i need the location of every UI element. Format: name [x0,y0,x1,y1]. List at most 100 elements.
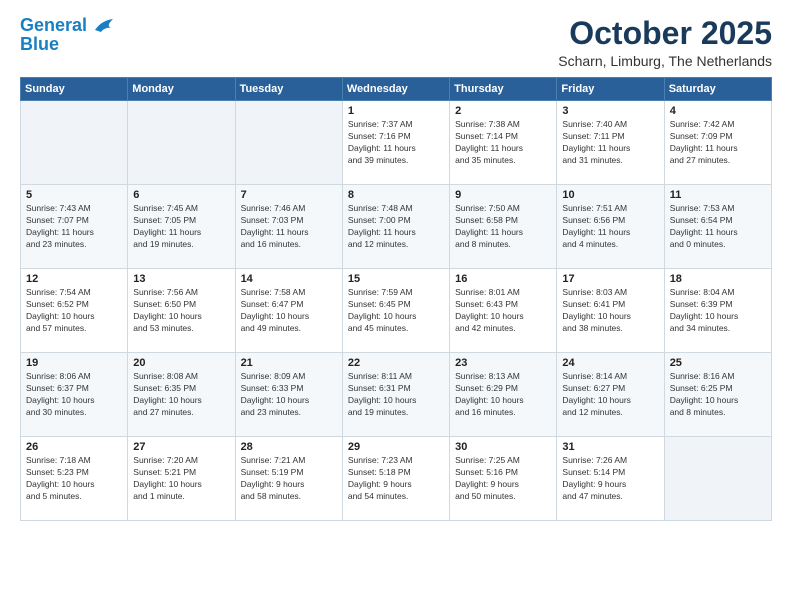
day-number: 24 [562,357,658,369]
header-tuesday: Tuesday [235,78,342,101]
calendar-cell: 26 Sunrise: 7:18 AM Sunset: 5:23 PM Dayli… [21,437,128,521]
day-number: 3 [562,105,658,117]
day-info: Sunrise: 7:43 AM Sunset: 7:07 PM Dayligh… [26,203,122,251]
day-info: Sunrise: 7:42 AM Sunset: 7:09 PM Dayligh… [670,119,766,167]
calendar-cell [128,101,235,185]
calendar-cell: 14Sunrise: 7:58 AM Sunset: 6:47 PM Dayli… [235,269,342,353]
week-row-1: 5 Sunrise: 7:43 AM Sunset: 7:07 PM Daylig… [21,185,772,269]
location-subtitle: Scharn, Limburg, The Netherlands [558,53,772,69]
calendar-cell: 18 Sunrise: 8:04 AM Sunset: 6:39 PM Dayli… [664,269,771,353]
calendar-cell: 6 Sunrise: 7:45 AM Sunset: 7:05 PM Daylig… [128,185,235,269]
day-info: Sunrise: 7:40 AM Sunset: 7:11 PM Dayligh… [562,119,658,167]
day-info: Sunrise: 7:53 AM Sunset: 6:54 PM Dayligh… [670,203,766,251]
day-number: 20 [133,357,229,369]
header-monday: Monday [128,78,235,101]
calendar-header-row: SundayMondayTuesdayWednesdayThursdayFrid… [21,78,772,101]
day-number: 16 [455,273,551,285]
week-row-3: 19Sunrise: 8:06 AM Sunset: 6:37 PM Dayli… [21,353,772,437]
calendar-cell: 24 Sunrise: 8:14 AM Sunset: 6:27 PM Dayli… [557,353,664,437]
day-info: Sunrise: 8:01 AM Sunset: 6:43 PM Dayligh… [455,287,551,335]
day-info: Sunrise: 7:59 AM Sunset: 6:45 PM Dayligh… [348,287,444,335]
day-info: Sunrise: 7:54 AM Sunset: 6:52 PM Dayligh… [26,287,122,335]
day-number: 1 [348,105,444,117]
day-number: 17 [562,273,658,285]
month-title: October 2025 [558,16,772,51]
calendar-cell: 30 Sunrise: 7:25 AM Sunset: 5:16 PM Dayli… [450,437,557,521]
calendar-cell: 12 Sunrise: 7:54 AM Sunset: 6:52 PM Dayli… [21,269,128,353]
day-number: 4 [670,105,766,117]
day-number: 9 [455,189,551,201]
calendar-header: General Blue October 2025 Scharn, Limbur… [20,16,772,69]
day-number: 6 [133,189,229,201]
calendar-cell: 10 Sunrise: 7:51 AM Sunset: 6:56 PM Dayli… [557,185,664,269]
day-number: 15 [348,273,444,285]
day-number: 31 [562,441,658,453]
day-number: 12 [26,273,122,285]
logo-bird-icon [93,18,115,34]
day-number: 11 [670,189,766,201]
calendar-container: General Blue October 2025 Scharn, Limbur… [0,0,792,531]
week-row-2: 12 Sunrise: 7:54 AM Sunset: 6:52 PM Dayli… [21,269,772,353]
calendar-cell: 13 Sunrise: 7:56 AM Sunset: 6:50 PM Dayli… [128,269,235,353]
logo-text: General [20,16,116,36]
day-info: Sunrise: 8:09 AM Sunset: 6:33 PM Dayligh… [241,371,337,419]
day-info: Sunrise: 8:06 AM Sunset: 6:37 PM Dayligh… [26,371,122,419]
calendar-cell [235,101,342,185]
calendar-cell: 17 Sunrise: 8:03 AM Sunset: 6:41 PM Dayli… [557,269,664,353]
calendar-cell: 28 Sunrise: 7:21 AM Sunset: 5:19 PM Dayli… [235,437,342,521]
header-friday: Friday [557,78,664,101]
day-info: Sunrise: 7:23 AM Sunset: 5:18 PM Dayligh… [348,455,444,503]
day-number: 10 [562,189,658,201]
calendar-cell [664,437,771,521]
calendar-cell [21,101,128,185]
calendar-cell: 9 Sunrise: 7:50 AM Sunset: 6:58 PM Daylig… [450,185,557,269]
calendar-cell: 22Sunrise: 8:11 AM Sunset: 6:31 PM Dayli… [342,353,449,437]
header-saturday: Saturday [664,78,771,101]
day-info: Sunrise: 7:45 AM Sunset: 7:05 PM Dayligh… [133,203,229,251]
day-info: Sunrise: 8:04 AM Sunset: 6:39 PM Dayligh… [670,287,766,335]
day-info: Sunrise: 7:56 AM Sunset: 6:50 PM Dayligh… [133,287,229,335]
day-info: Sunrise: 7:18 AM Sunset: 5:23 PM Dayligh… [26,455,122,503]
day-number: 7 [241,189,337,201]
calendar-cell: 31 Sunrise: 7:26 AM Sunset: 5:14 PM Dayli… [557,437,664,521]
logo: General Blue [20,16,116,55]
day-info: Sunrise: 7:21 AM Sunset: 5:19 PM Dayligh… [241,455,337,503]
title-block: October 2025 Scharn, Limburg, The Nether… [558,16,772,69]
day-number: 28 [241,441,337,453]
day-info: Sunrise: 8:11 AM Sunset: 6:31 PM Dayligh… [348,371,444,419]
day-info: Sunrise: 8:13 AM Sunset: 6:29 PM Dayligh… [455,371,551,419]
day-number: 29 [348,441,444,453]
calendar-table: SundayMondayTuesdayWednesdayThursdayFrid… [20,77,772,521]
logo-general: General [20,15,87,35]
week-row-4: 26 Sunrise: 7:18 AM Sunset: 5:23 PM Dayli… [21,437,772,521]
calendar-cell: 2 Sunrise: 7:38 AM Sunset: 7:14 PM Daylig… [450,101,557,185]
day-info: Sunrise: 8:16 AM Sunset: 6:25 PM Dayligh… [670,371,766,419]
day-info: Sunrise: 7:25 AM Sunset: 5:16 PM Dayligh… [455,455,551,503]
day-info: Sunrise: 8:14 AM Sunset: 6:27 PM Dayligh… [562,371,658,419]
day-info: Sunrise: 7:50 AM Sunset: 6:58 PM Dayligh… [455,203,551,251]
day-number: 18 [670,273,766,285]
header-thursday: Thursday [450,78,557,101]
calendar-cell: 29 Sunrise: 7:23 AM Sunset: 5:18 PM Dayli… [342,437,449,521]
day-number: 2 [455,105,551,117]
day-info: Sunrise: 7:48 AM Sunset: 7:00 PM Dayligh… [348,203,444,251]
day-number: 5 [26,189,122,201]
day-info: Sunrise: 7:20 AM Sunset: 5:21 PM Dayligh… [133,455,229,503]
day-info: Sunrise: 7:26 AM Sunset: 5:14 PM Dayligh… [562,455,658,503]
calendar-cell: 27 Sunrise: 7:20 AM Sunset: 5:21 PM Dayli… [128,437,235,521]
day-info: Sunrise: 7:51 AM Sunset: 6:56 PM Dayligh… [562,203,658,251]
calendar-cell: 20Sunrise: 8:08 AM Sunset: 6:35 PM Dayli… [128,353,235,437]
day-number: 30 [455,441,551,453]
day-number: 27 [133,441,229,453]
day-number: 8 [348,189,444,201]
calendar-cell: 5 Sunrise: 7:43 AM Sunset: 7:07 PM Daylig… [21,185,128,269]
day-number: 25 [670,357,766,369]
day-number: 26 [26,441,122,453]
calendar-cell: 7Sunrise: 7:46 AM Sunset: 7:03 PM Daylig… [235,185,342,269]
calendar-cell: 4 Sunrise: 7:42 AM Sunset: 7:09 PM Daylig… [664,101,771,185]
day-info: Sunrise: 7:38 AM Sunset: 7:14 PM Dayligh… [455,119,551,167]
day-number: 13 [133,273,229,285]
calendar-cell: 16 Sunrise: 8:01 AM Sunset: 6:43 PM Dayli… [450,269,557,353]
day-info: Sunrise: 8:03 AM Sunset: 6:41 PM Dayligh… [562,287,658,335]
day-info: Sunrise: 7:37 AM Sunset: 7:16 PM Dayligh… [348,119,444,167]
